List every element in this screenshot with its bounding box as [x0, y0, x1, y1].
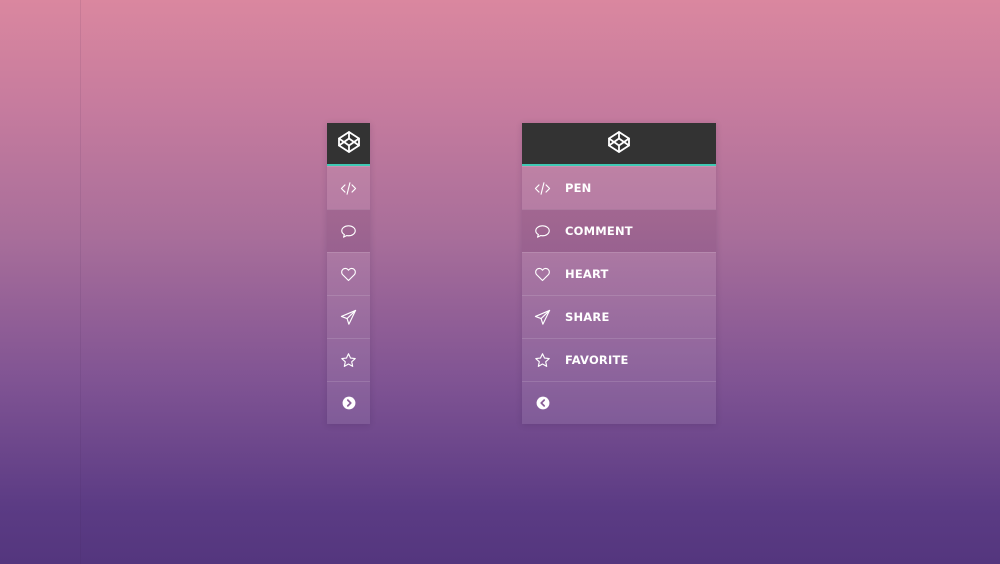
expanded-menu-item-favorite[interactable]: FAVORITE [522, 338, 716, 381]
comment-icon [534, 223, 551, 240]
collapsed-menu-header [327, 123, 370, 166]
heart-icon [340, 266, 357, 283]
expanded-menu-item-share[interactable]: SHARE [522, 295, 716, 338]
expanded-menu-header [522, 123, 716, 166]
expanded-menu-item-collapse[interactable] [522, 381, 716, 424]
chevron-left-circle-icon [534, 395, 551, 412]
collapsed-menu-item-comment[interactable] [327, 209, 370, 252]
chevron-right-circle-icon [340, 395, 357, 412]
collapsed-sidebar-menu [327, 123, 370, 424]
codepen-logo-icon[interactable] [607, 130, 631, 158]
codepen-logo-icon[interactable] [337, 130, 361, 158]
code-icon [534, 180, 551, 197]
page-edge-divider [80, 0, 81, 564]
code-icon [340, 180, 357, 197]
menu-item-label-share: SHARE [565, 310, 610, 324]
menu-item-label-favorite: FAVORITE [565, 353, 629, 367]
expanded-menu-item-pen[interactable]: PEN [522, 166, 716, 209]
collapsed-menu-item-favorite[interactable] [327, 338, 370, 381]
collapsed-menu-item-expand[interactable] [327, 381, 370, 424]
menu-item-label-heart: HEART [565, 267, 609, 281]
expanded-menu-item-comment[interactable]: COMMENT [522, 209, 716, 252]
collapsed-menu-item-heart[interactable] [327, 252, 370, 295]
expanded-menu-item-heart[interactable]: HEART [522, 252, 716, 295]
expanded-sidebar-menu: PEN COMMENT HEART SHARE FAVORITE [522, 123, 716, 424]
collapsed-menu-item-share[interactable] [327, 295, 370, 338]
comment-icon [340, 223, 357, 240]
star-icon [534, 352, 551, 369]
share-icon [534, 309, 551, 326]
share-icon [340, 309, 357, 326]
menu-item-label-comment: COMMENT [565, 224, 633, 238]
menu-item-label-pen: PEN [565, 181, 592, 195]
star-icon [340, 352, 357, 369]
heart-icon [534, 266, 551, 283]
collapsed-menu-item-pen[interactable] [327, 166, 370, 209]
